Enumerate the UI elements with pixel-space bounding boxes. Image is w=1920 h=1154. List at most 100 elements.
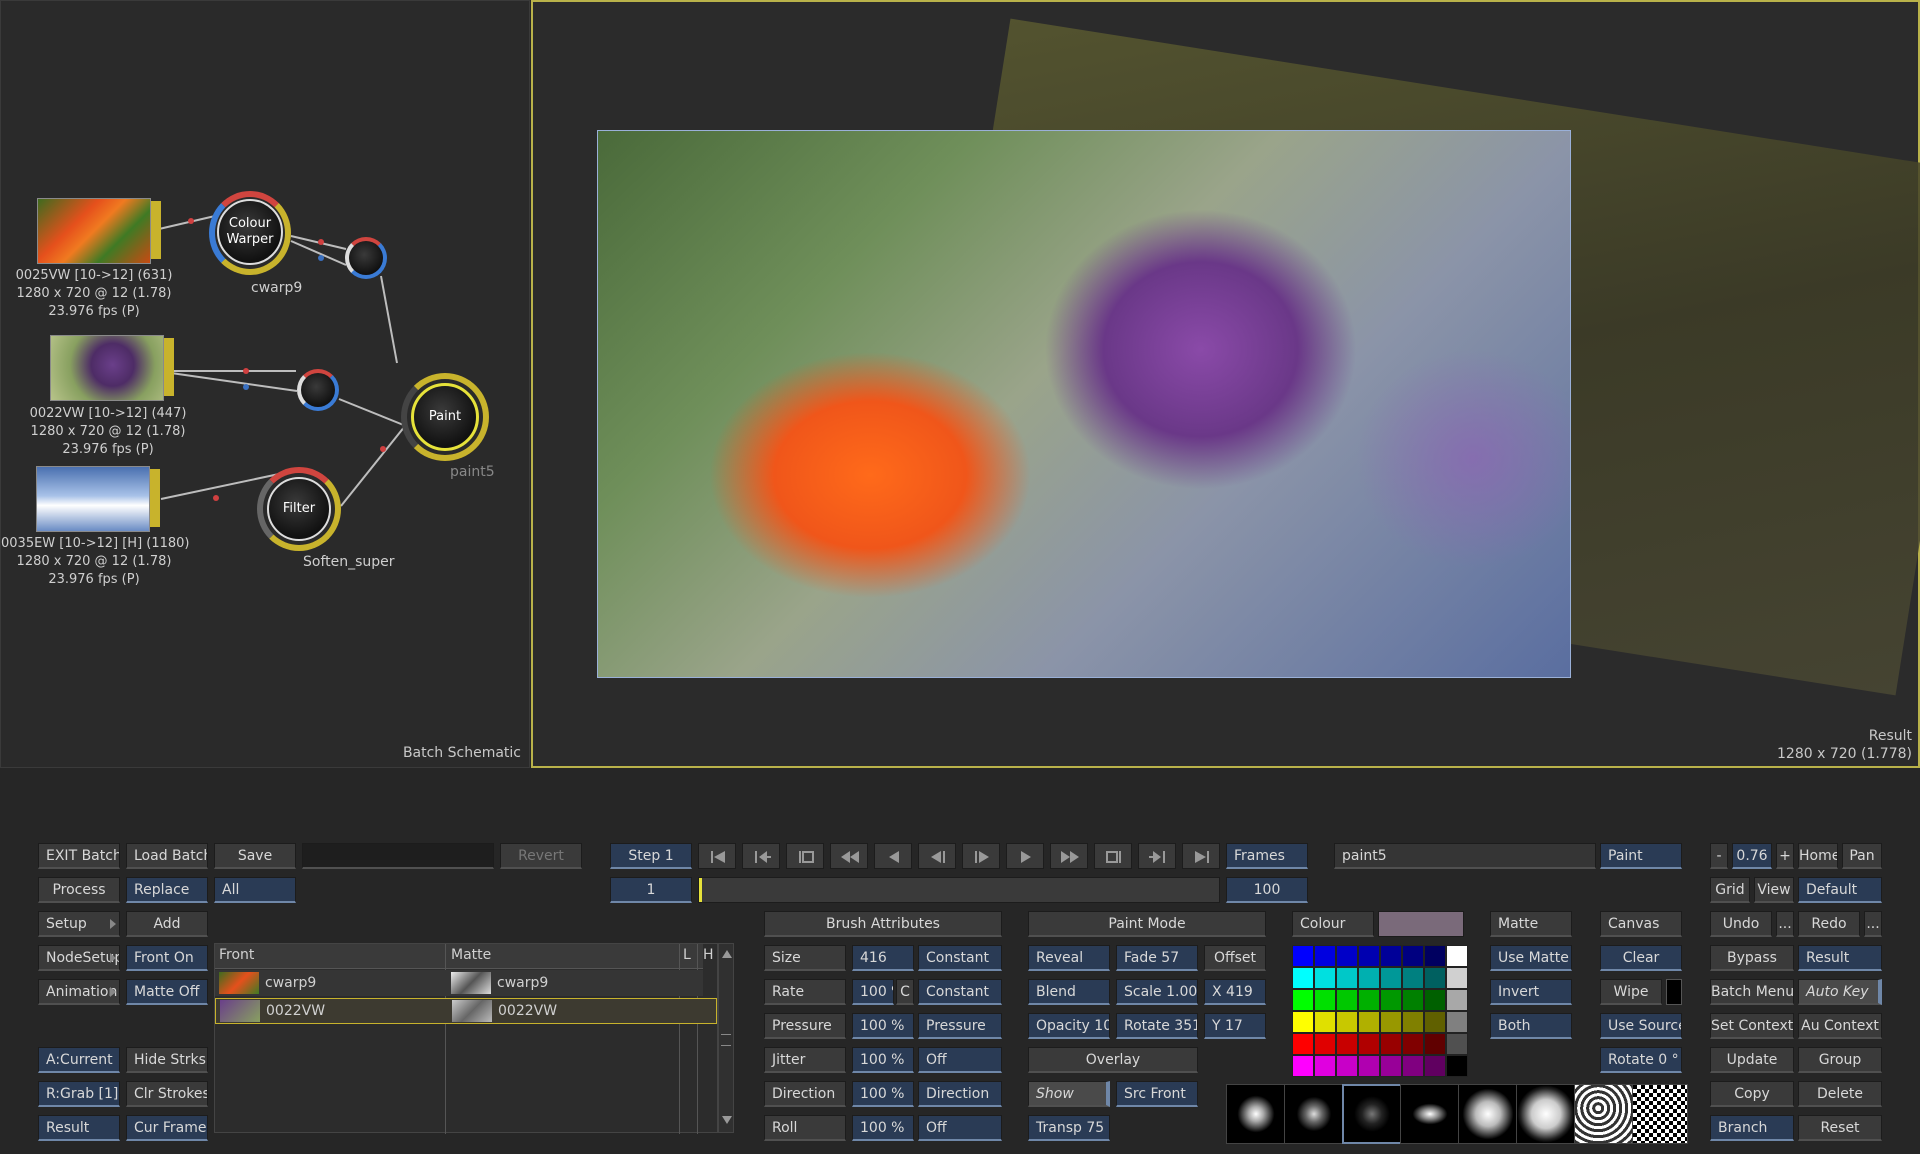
hide-strokes-button[interactable]: Hide Strks <box>126 1047 208 1073</box>
column-header-front[interactable]: Front <box>219 942 254 968</box>
clip-thumbnail-0025vw[interactable] <box>37 198 151 264</box>
palette-swatch[interactable] <box>1358 1011 1380 1033</box>
redo-list-button[interactable]: ... <box>1864 911 1882 937</box>
palette-swatch[interactable] <box>1292 967 1314 989</box>
palette-swatch[interactable] <box>1380 967 1402 989</box>
palette-grey-swatch[interactable] <box>1446 967 1468 989</box>
palette-swatch[interactable] <box>1380 989 1402 1011</box>
clip-thumbnail-0035ew[interactable] <box>36 466 150 532</box>
play-reverse-button[interactable] <box>874 843 912 869</box>
save-name-field[interactable] <box>302 843 494 869</box>
group-button[interactable]: Group <box>1798 1047 1882 1073</box>
brush-presets[interactable] <box>1226 1084 1688 1148</box>
palette-swatch[interactable] <box>1424 967 1446 989</box>
palette-swatch[interactable] <box>1336 989 1358 1011</box>
clip-output-tab[interactable] <box>150 469 160 527</box>
layer-list-scrollbar[interactable] <box>718 943 734 1133</box>
x-offset-field[interactable]: X 419 <box>1204 979 1266 1005</box>
scroll-grip-icon[interactable] <box>721 1034 731 1046</box>
brush-preset-spray[interactable] <box>1516 1084 1576 1144</box>
au-context-button[interactable]: Au Context <box>1798 1013 1882 1039</box>
palette-swatch[interactable] <box>1336 1011 1358 1033</box>
filter-node[interactable]: Filter <box>267 477 331 541</box>
zoom-out-button[interactable]: - <box>1710 843 1728 869</box>
opacity-field[interactable]: Opacity 100 <box>1028 1013 1110 1039</box>
palette-swatch[interactable] <box>1402 989 1424 1011</box>
colour-palette[interactable] <box>1292 945 1468 1077</box>
brush-preset-soft-large[interactable] <box>1226 1084 1286 1144</box>
table-row[interactable]: 0022VW 0022VW <box>215 998 717 1024</box>
palette-swatch[interactable] <box>1424 1033 1446 1055</box>
step-button[interactable]: Step 1 <box>610 843 692 869</box>
small-node-middle[interactable] <box>297 369 339 411</box>
all-button[interactable]: All <box>214 877 296 903</box>
delete-button[interactable]: Delete <box>1798 1081 1882 1107</box>
copy-button[interactable]: Copy <box>1710 1081 1794 1107</box>
palette-grey-swatch[interactable] <box>1446 945 1468 967</box>
blend-button[interactable]: Blend <box>1028 979 1110 1005</box>
brush-preset-faint[interactable] <box>1342 1084 1402 1144</box>
show-overlay-toggle[interactable]: Show <box>1028 1081 1110 1107</box>
timeline-bar[interactable] <box>698 877 1220 903</box>
total-frames-field[interactable]: 100 <box>1226 877 1308 903</box>
fast-forward-button[interactable] <box>1050 843 1088 869</box>
revert-button[interactable]: Revert <box>500 843 582 869</box>
view-button[interactable]: View <box>1754 877 1794 903</box>
current-frame-field[interactable]: 1 <box>610 877 692 903</box>
timeline-playhead[interactable] <box>699 878 702 902</box>
clear-strokes-button[interactable]: Clr Strokes <box>126 1081 208 1107</box>
canvas-rotate-field[interactable]: Rotate 0 ° <box>1600 1047 1682 1073</box>
brush-roll-field[interactable]: 100 % <box>852 1115 914 1141</box>
scale-field[interactable]: Scale 1.00 <box>1116 979 1198 1005</box>
batch-menu-button[interactable]: Batch Menu <box>1710 979 1794 1005</box>
redo-button[interactable]: Redo <box>1798 911 1860 937</box>
palette-swatch[interactable] <box>1314 1011 1336 1033</box>
result-viewer[interactable]: Result 1280 x 720 (1.778) <box>531 0 1920 768</box>
zoom-field[interactable]: 0.76 <box>1732 843 1772 869</box>
column-header-h[interactable]: H <box>703 942 714 968</box>
brush-jitter-mode[interactable]: Off <box>918 1047 1002 1073</box>
palette-swatch[interactable] <box>1424 1055 1446 1077</box>
brush-rate-field[interactable]: 100 % <box>852 979 894 1005</box>
palette-swatch[interactable] <box>1424 945 1446 967</box>
palette-swatch[interactable] <box>1358 945 1380 967</box>
transparency-field[interactable]: Transp 75 % <box>1028 1115 1110 1141</box>
step-forward-button[interactable] <box>962 843 1000 869</box>
undo-list-button[interactable]: ... <box>1776 911 1794 937</box>
colour-warper-node[interactable]: Colour Warper <box>217 199 283 265</box>
pan-button[interactable]: Pan <box>1842 843 1882 869</box>
go-to-start-button[interactable] <box>698 843 736 869</box>
home-button[interactable]: Home <box>1798 843 1838 869</box>
layer-list[interactable]: Front Matte L H cwarp9 cwarp9 0022VW 002… <box>214 942 718 1134</box>
node-setup-button[interactable]: NodeSetup <box>38 945 120 971</box>
brush-pressure-field[interactable]: 100 % <box>852 1013 914 1039</box>
brush-size-field[interactable]: 416 <box>852 945 914 971</box>
previous-keyframe-button[interactable] <box>742 843 780 869</box>
clip-output-tab[interactable] <box>151 201 161 259</box>
rewind-button[interactable] <box>830 843 868 869</box>
exit-batch-button[interactable]: EXIT Batch <box>38 843 120 869</box>
batch-schematic-panel[interactable]: 0025VW [10->12] (631) 1280 x 720 @ 12 (1… <box>0 0 530 768</box>
palette-swatch[interactable] <box>1336 1033 1358 1055</box>
wipe-colour-swatch[interactable] <box>1666 979 1682 1005</box>
both-button[interactable]: Both <box>1490 1013 1572 1039</box>
brush-pressure-mode[interactable]: Pressure <box>918 1013 1002 1039</box>
palette-swatch[interactable] <box>1358 989 1380 1011</box>
r-grab-button[interactable]: R:Grab [1] <box>38 1081 120 1107</box>
fade-field[interactable]: Fade 57 <box>1116 945 1198 971</box>
clear-button[interactable]: Clear <box>1600 945 1682 971</box>
palette-swatch[interactable] <box>1402 945 1424 967</box>
rotate-field[interactable]: Rotate 351 ° <box>1116 1013 1198 1039</box>
small-node-top[interactable] <box>345 237 387 279</box>
reveal-button[interactable]: Reveal <box>1028 945 1110 971</box>
node-name-field[interactable]: paint5 <box>1334 843 1596 869</box>
palette-swatch[interactable] <box>1380 1055 1402 1077</box>
a-current-button[interactable]: A:Current <box>38 1047 120 1073</box>
palette-swatch[interactable] <box>1424 1011 1446 1033</box>
palette-swatch[interactable] <box>1292 1033 1314 1055</box>
grid-button[interactable]: Grid <box>1710 877 1750 903</box>
palette-grey-swatch[interactable] <box>1446 989 1468 1011</box>
update-button[interactable]: Update <box>1710 1047 1794 1073</box>
palette-swatch[interactable] <box>1380 1033 1402 1055</box>
y-offset-field[interactable]: Y 17 <box>1204 1013 1266 1039</box>
